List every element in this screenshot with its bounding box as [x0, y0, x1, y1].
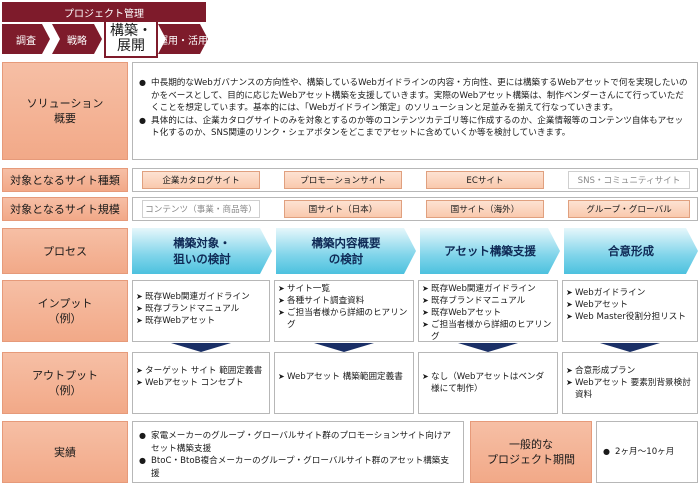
- input-item: ご担当者様から詳細のヒアリング: [422, 319, 554, 343]
- solution-label: ソリューション 概要: [2, 62, 128, 160]
- phase-research[interactable]: 調査: [2, 24, 50, 54]
- results-label: 実績: [2, 421, 128, 483]
- results-bullets: 家電メーカーのグループ・グローバルサイト群のプロモーションサイト向けアセット構築…: [139, 430, 457, 480]
- solution-panel: 中長期的なWebガバナンスの方向性や、構築しているWebガイドラインの内容・方向…: [132, 62, 698, 160]
- input-cell-1: 既存Web関連ガイドライン 既存ブランドマニュアル 既存Webアセット: [132, 280, 270, 342]
- input-cell-3: 既存Web関連ガイドライン 既存ブランドマニュアル 既存Webアセット ご担当者…: [418, 280, 558, 342]
- down-arrow-icon: [458, 343, 518, 352]
- process-step-asset-support: アセット構築支援: [420, 228, 560, 274]
- phase-strategy[interactable]: 戦略: [52, 24, 102, 54]
- input-item: Web Master役割分担リスト: [566, 311, 694, 323]
- output-item: なし（Webアセットはベンダ 様にて制作）: [422, 371, 554, 395]
- phase-build-deploy[interactable]: 構築・展開: [104, 20, 158, 58]
- site-scale-global: グループ・グローバル: [568, 200, 690, 218]
- results-bullet: 家電メーカーのグループ・グローバルサイト群のプロモーションサイト向けアセット構築…: [139, 430, 457, 455]
- input-cell-2: サイト一覧 各種サイト調査資料 ご担当者様から詳細のヒアリング: [274, 280, 414, 342]
- site-scale-overseas: 国サイト（海外）: [426, 200, 544, 218]
- input-item: Webアセット: [566, 299, 694, 311]
- solution-bullets: 中長期的なWebガバナンスの方向性や、構築しているWebガイドラインの内容・方向…: [139, 77, 691, 140]
- process-step-target: 構築対象・ 狙いの検討: [132, 228, 272, 274]
- process-label: プロセス: [2, 228, 128, 274]
- site-scale-domestic: 国サイト（日本）: [284, 200, 402, 218]
- site-scale-label: 対象となるサイト規模: [2, 197, 128, 221]
- project-period-label: 一般的な プロジェクト期間: [470, 421, 592, 483]
- input-item: 既存Web関連ガイドライン: [422, 283, 554, 295]
- input-item: 各種サイト調査資料: [278, 295, 410, 307]
- site-type-ec: ECサイト: [426, 171, 544, 189]
- solution-bullet: 中長期的なWebガバナンスの方向性や、構築しているWebガイドラインの内容・方向…: [139, 77, 691, 115]
- input-item: 既存ブランドマニュアル: [136, 303, 266, 315]
- input-item: 既存Webアセット: [422, 307, 554, 319]
- solution-bullet: 具体的には、企業カタログサイトのみを対象とするのか等のコンテンツカテゴリ等に作成…: [139, 115, 691, 140]
- input-item: ご担当者様から詳細のヒアリング: [278, 307, 410, 331]
- input-item: 既存Webアセット: [136, 315, 266, 327]
- output-item: 合意形成プラン: [566, 365, 694, 377]
- output-item: Webアセット コンセプト: [136, 377, 266, 389]
- input-item: 既存ブランドマニュアル: [422, 295, 554, 307]
- project-period-value: 2ヶ月～10ヶ月: [603, 446, 691, 459]
- output-cell-3: なし（Webアセットはベンダ 様にて制作）: [418, 352, 558, 414]
- site-types-label: 対象となるサイト種類: [2, 168, 128, 192]
- output-label: アウトプット （例）: [2, 352, 128, 414]
- input-item: 既存Web関連ガイドライン: [136, 291, 266, 303]
- site-scale-content: コンテンツ（事業・商品等）: [142, 200, 260, 218]
- down-arrow-icon: [314, 343, 374, 352]
- project-management-bar: プロジェクト管理: [2, 2, 206, 22]
- output-item: Webアセット 構築範囲定義書: [278, 371, 410, 383]
- site-type-promotion: プロモーションサイト: [284, 171, 402, 189]
- down-arrow-icon: [600, 343, 660, 352]
- project-period-panel: 2ヶ月～10ヶ月: [596, 421, 698, 483]
- output-item: ターゲット サイト 範囲定義書: [136, 365, 266, 377]
- results-panel: 家電メーカーのグループ・グローバルサイト群のプロモーションサイト向けアセット構築…: [132, 421, 464, 483]
- input-label: インプット （例）: [2, 280, 128, 342]
- site-type-sns: SNS・コミュニティサイト: [568, 171, 690, 189]
- process-step-consensus: 合意形成: [564, 228, 698, 274]
- input-item: サイト一覧: [278, 283, 410, 295]
- down-arrow-icon: [171, 343, 231, 352]
- phase-operation[interactable]: 運用・活用: [158, 24, 208, 54]
- process-step-overview: 構築内容概要 の検討: [276, 228, 416, 274]
- results-bullet: BtoC・BtoB複合メーカーのグループ・グローバルサイト群のアセット構築支援: [139, 455, 457, 480]
- output-cell-4: 合意形成プラン Webアセット 要素別背景検討資料: [562, 352, 698, 414]
- output-cell-1: ターゲット サイト 範囲定義書 Webアセット コンセプト: [132, 352, 270, 414]
- site-type-catalog: 企業カタログサイト: [142, 171, 260, 189]
- output-cell-2: Webアセット 構築範囲定義書: [274, 352, 414, 414]
- input-item: Webガイドライン: [566, 287, 694, 299]
- input-cell-4: Webガイドライン Webアセット Web Master役割分担リスト: [562, 280, 698, 342]
- output-item: Webアセット 要素別背景検討資料: [566, 377, 694, 401]
